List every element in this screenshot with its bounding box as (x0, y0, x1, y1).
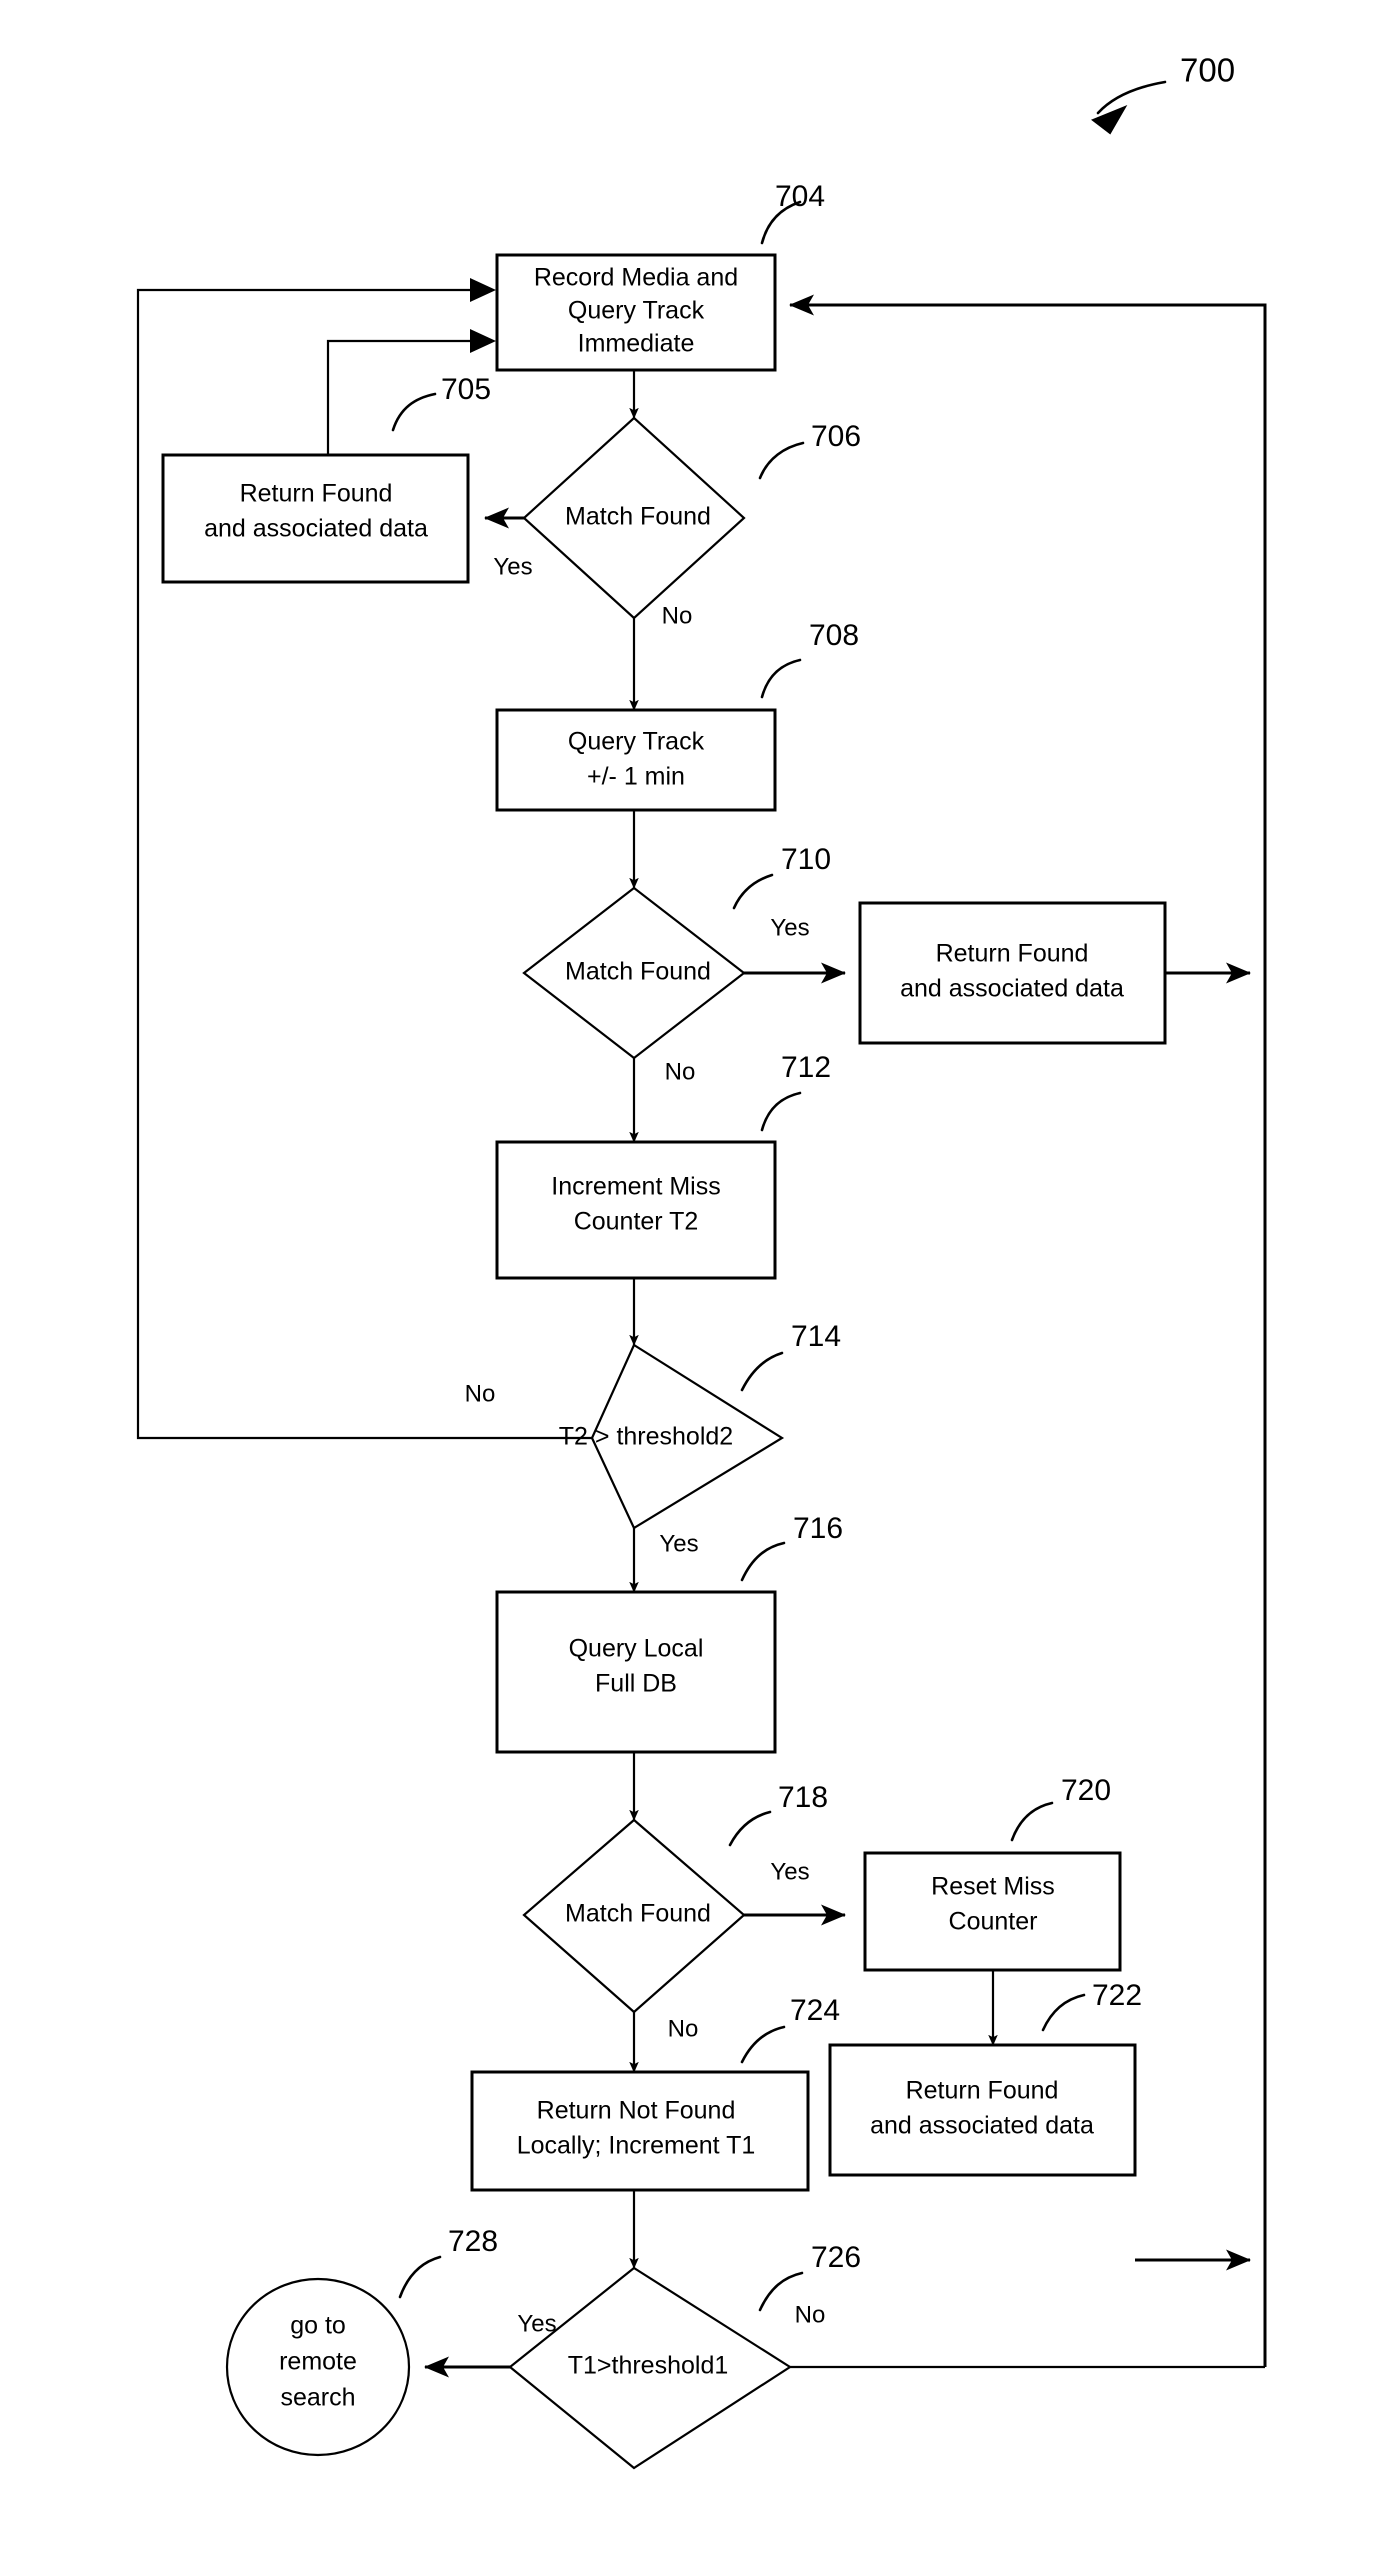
node-718-match-found-decision[interactable]: Match Found 718 Yes No (522, 1781, 828, 2042)
node-714-no-label: No (465, 1380, 496, 1407)
node-724-line-1: Return Not Found (537, 2097, 736, 2125)
node-706-yes-label: Yes (493, 553, 532, 580)
node-712-line-2: Counter T2 (574, 1208, 699, 1236)
node-705-line-1: Return Found (240, 480, 393, 508)
figure-leader-arrowhead (1091, 104, 1128, 135)
node-705-ref-number: 705 (441, 373, 491, 406)
node-728-line-3: search (280, 2384, 355, 2412)
node-708-line-1: Query Track (568, 728, 705, 756)
node-708-query-track-plus-minus-1-min[interactable]: Query Track +/- 1 min 708 (495, 619, 859, 812)
node-716-line-1: Query Local (569, 1635, 704, 1663)
node-706-ref-number: 706 (811, 420, 861, 453)
flowchart-canvas: 700 Record Media and Query Track Immedia… (136, 52, 1267, 2470)
node-714-ref-number: 714 (791, 1320, 841, 1353)
node-704-ref-number: 704 (775, 180, 825, 213)
node-708-ref-leader (760, 658, 802, 699)
node-720-ref-number: 720 (1061, 1774, 1111, 1807)
node-708-box[interactable] (495, 708, 777, 812)
node-706-label: Match Found (565, 503, 711, 531)
node-724-return-not-found-locally-increment-t1[interactable]: Return Not Found Locally; Increment T1 7… (470, 1994, 840, 2192)
node-718-label: Match Found (565, 1900, 711, 1928)
node-704-line-1: Record Media and (534, 264, 738, 292)
node-712-line-1: Increment Miss (551, 1173, 720, 1201)
node-728-line-2: remote (279, 2348, 357, 2376)
node-714-label: T2 > threshold2 (559, 1423, 733, 1451)
node-712-ref-leader (760, 1091, 802, 1132)
node-705-line-2: and associated data (204, 515, 428, 543)
node-718-ref-number: 718 (778, 1781, 828, 1814)
figure-leader-line (1096, 80, 1167, 115)
node-722-line-2: and associated data (870, 2112, 1094, 2140)
node-718-yes-label: Yes (770, 1858, 809, 1885)
node-711-return-found-and-associated-data[interactable]: Return Found and associated data (858, 901, 1167, 1045)
node-726-yes-label: Yes (517, 2310, 556, 2337)
node-708-ref-number: 708 (809, 619, 859, 652)
node-720-line-2: Counter (949, 1908, 1038, 1936)
node-722-ref-number: 722 (1092, 1979, 1142, 2012)
connector-714-no-arrowhead (470, 278, 496, 302)
node-706-ref-leader (758, 441, 805, 480)
node-712-ref-number: 712 (781, 1051, 831, 1084)
node-728-ref-leader (398, 2255, 442, 2299)
node-714-yes-label: Yes (659, 1530, 698, 1557)
node-704-record-media-and-query-track-immediate[interactable]: Record Media and Query Track Immediate 7… (495, 180, 825, 372)
node-710-ref-number: 710 (781, 843, 831, 876)
node-722-line-1: Return Found (906, 2077, 1059, 2105)
node-726-no-label: No (795, 2301, 826, 2328)
node-720-line-1: Reset Miss (931, 1873, 1055, 1901)
node-710-match-found-decision[interactable]: Match Found 710 Yes No (522, 843, 831, 1085)
node-706-match-found-decision[interactable]: Match Found 706 Yes No (493, 416, 861, 629)
node-711-box[interactable] (858, 901, 1167, 1045)
node-726-ref-number: 726 (811, 2241, 861, 2274)
node-710-label: Match Found (565, 958, 711, 986)
connector-705-arrowhead (470, 329, 496, 353)
node-724-ref-leader (740, 2025, 786, 2064)
node-706-no-label: No (662, 602, 693, 629)
node-711-line-2: and associated data (900, 975, 1124, 1003)
node-716-line-2: Full DB (595, 1670, 677, 1698)
node-710-no-label: No (665, 1058, 696, 1085)
node-728-line-1: go to (290, 2312, 346, 2340)
node-714-ref-leader (740, 1351, 784, 1392)
node-724-line-2: Locally; Increment T1 (517, 2132, 756, 2160)
node-728-ref-number: 728 (448, 2225, 498, 2258)
patent-figure-700: 700 Record Media and Query Track Immedia… (0, 0, 1391, 2557)
node-711-line-1: Return Found (936, 940, 1089, 968)
figure-number-callout: 700 (1091, 52, 1235, 135)
node-705-ref-leader (391, 392, 437, 432)
node-708-line-2: +/- 1 min (587, 763, 685, 791)
node-722-ref-leader (1041, 1993, 1086, 2032)
node-726-t1-greater-than-threshold1-decision[interactable]: T1>threshold1 726 Yes No (508, 2241, 861, 2470)
node-710-yes-label: Yes (770, 914, 809, 941)
node-704-line-3: Immediate (578, 330, 695, 358)
node-724-ref-number: 724 (790, 1994, 840, 2027)
node-718-ref-leader (728, 1810, 772, 1847)
node-716-ref-number: 716 (793, 1512, 843, 1545)
figure-number-text: 700 (1180, 52, 1235, 89)
node-704-line-2: Query Track (568, 297, 705, 325)
node-720-reset-miss-counter[interactable]: Reset Miss Counter 720 (863, 1774, 1122, 1972)
node-728-go-to-remote-search-terminator[interactable]: go to remote search 728 (225, 2225, 498, 2457)
node-726-label: T1>threshold1 (568, 2352, 729, 2380)
node-716-ref-leader (740, 1541, 786, 1582)
node-710-ref-leader (732, 873, 774, 910)
node-720-ref-leader (1010, 1801, 1054, 1842)
node-722-box[interactable] (828, 2043, 1137, 2177)
node-722-return-found-and-associated-data[interactable]: Return Found and associated data 722 (828, 1979, 1142, 2177)
node-718-no-label: No (668, 2015, 699, 2042)
